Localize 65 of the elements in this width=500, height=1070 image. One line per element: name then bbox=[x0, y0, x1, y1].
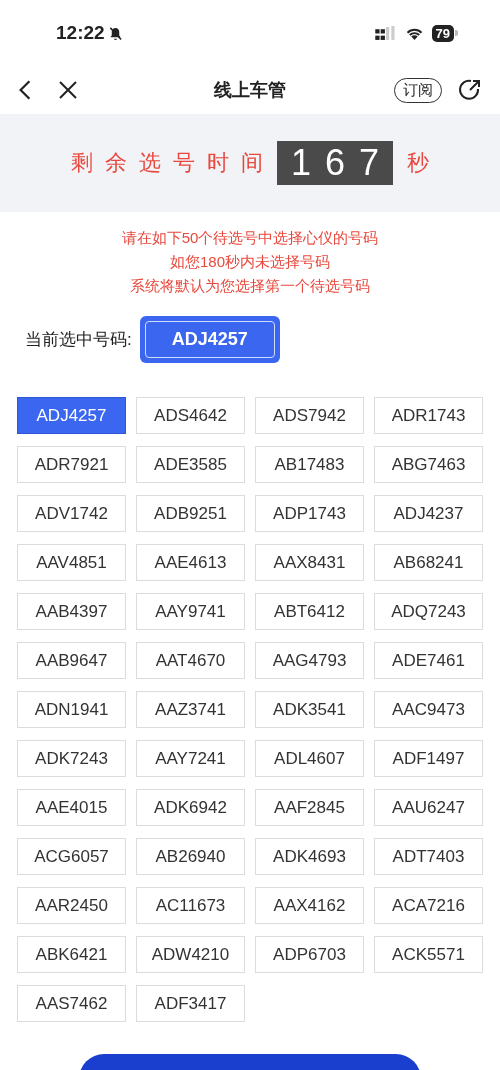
plate-option[interactable]: ADR1743 bbox=[374, 397, 483, 434]
plate-option[interactable]: ADJ4237 bbox=[374, 495, 483, 532]
plate-option[interactable]: AB68241 bbox=[374, 544, 483, 581]
plate-option[interactable]: AAB4397 bbox=[17, 593, 126, 630]
close-icon[interactable] bbox=[58, 80, 78, 100]
plate-option[interactable]: AB26940 bbox=[136, 838, 245, 875]
timer-unit: 秒 bbox=[407, 149, 430, 177]
plate-option[interactable]: ADT7403 bbox=[374, 838, 483, 875]
plate-option[interactable]: ADR7921 bbox=[17, 446, 126, 483]
plate-option[interactable]: ADV1742 bbox=[17, 495, 126, 532]
status-time: 12:22 bbox=[56, 22, 105, 44]
back-icon[interactable] bbox=[18, 79, 32, 101]
plate-option[interactable]: ADK4693 bbox=[255, 838, 364, 875]
notice-text: 请在如下50个待选号中选择心仪的号码 bbox=[121, 228, 379, 248]
plate-option[interactable]: ADK7243 bbox=[17, 740, 126, 777]
countdown-display: 167 bbox=[276, 141, 394, 185]
plate-option[interactable]: AC11673 bbox=[136, 887, 245, 924]
subscribe-button[interactable]: 订阅 bbox=[394, 77, 442, 103]
plate-option[interactable]: ACA7216 bbox=[374, 887, 483, 924]
plate-option[interactable]: AAG4793 bbox=[255, 642, 364, 679]
plate-option[interactable]: ADF1497 bbox=[374, 740, 483, 777]
plate-option[interactable]: ADW4210 bbox=[136, 936, 245, 973]
plate-option[interactable]: ABK6421 bbox=[17, 936, 126, 973]
plate-option[interactable]: AAY7241 bbox=[136, 740, 245, 777]
plate-option[interactable]: AAT4670 bbox=[136, 642, 245, 679]
plate-option[interactable]: ADE3585 bbox=[136, 446, 245, 483]
plate-option[interactable]: AAB9647 bbox=[17, 642, 126, 679]
plate-option[interactable]: ADE7461 bbox=[374, 642, 483, 679]
plate-option[interactable]: AB17483 bbox=[255, 446, 364, 483]
plate-option[interactable]: AAY9741 bbox=[136, 593, 245, 630]
plate-option[interactable]: AAF2845 bbox=[255, 789, 364, 826]
plate-option[interactable]: AAV4851 bbox=[17, 544, 126, 581]
plate-option[interactable]: AAX8431 bbox=[255, 544, 364, 581]
plate-option[interactable]: ADQ7243 bbox=[374, 593, 483, 630]
plate-option[interactable]: ADJ4257 bbox=[17, 397, 126, 434]
signal-icon bbox=[374, 25, 397, 41]
plate-option[interactable]: AAC9473 bbox=[374, 691, 483, 728]
timer-label: 剩余选号时间 bbox=[70, 149, 275, 177]
plate-option[interactable]: AAE4015 bbox=[17, 789, 126, 826]
current-plate: ADJ4257 bbox=[139, 316, 280, 363]
plate-option[interactable]: AAS7462 bbox=[17, 985, 126, 1022]
plate-option[interactable]: AAR2450 bbox=[17, 887, 126, 924]
plate-option[interactable]: ADB9251 bbox=[136, 495, 245, 532]
plate-option[interactable]: ADP6703 bbox=[255, 936, 364, 973]
plate-option[interactable]: ADP1743 bbox=[255, 495, 364, 532]
plate-option[interactable]: ADL4607 bbox=[255, 740, 364, 777]
plate-option[interactable]: AAX4162 bbox=[255, 887, 364, 924]
plate-option[interactable]: ACG6057 bbox=[17, 838, 126, 875]
plate-option[interactable]: AAE4613 bbox=[136, 544, 245, 581]
plate-option[interactable]: ABG7463 bbox=[374, 446, 483, 483]
plate-option[interactable]: AAU6247 bbox=[374, 789, 483, 826]
plate-option[interactable]: AAZ3741 bbox=[136, 691, 245, 728]
current-label: 当前选中号码: bbox=[25, 329, 132, 351]
notice-text: 系统将默认为您选择第一个待选号码 bbox=[130, 276, 370, 296]
plate-option[interactable]: ACK5571 bbox=[374, 936, 483, 973]
plate-option[interactable]: ADF3417 bbox=[136, 985, 245, 1022]
notice-text: 如您180秒内未选择号码 bbox=[170, 252, 330, 272]
plate-option[interactable]: ADK3541 bbox=[255, 691, 364, 728]
plate-option[interactable]: ADK6942 bbox=[136, 789, 245, 826]
plate-option[interactable]: ADN1941 bbox=[17, 691, 126, 728]
plate-option[interactable]: ADS7942 bbox=[255, 397, 364, 434]
page-title: 线上车管 bbox=[212, 79, 287, 102]
plate-option[interactable]: ABT6412 bbox=[255, 593, 364, 630]
share-icon[interactable] bbox=[458, 78, 482, 102]
plate-option[interactable]: ADS4642 bbox=[136, 397, 245, 434]
